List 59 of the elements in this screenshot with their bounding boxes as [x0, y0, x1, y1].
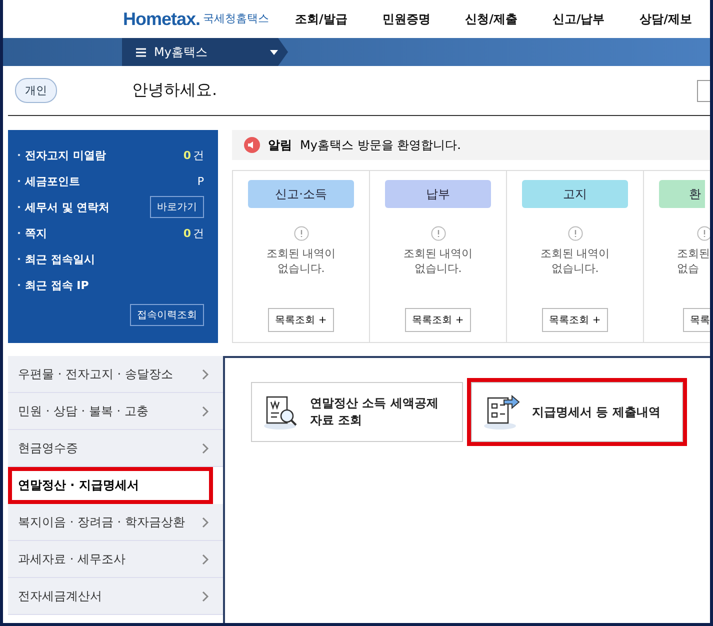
list-button[interactable]: 목록조회 +	[542, 308, 608, 332]
summary-count: 0	[183, 148, 191, 162]
info-icon	[697, 226, 710, 241]
summary-label: 세무서 및 연락처	[25, 200, 111, 214]
nav-link[interactable]: 조회/발급	[295, 10, 348, 28]
chevron-right-icon	[202, 368, 209, 380]
notice-label: 알림	[268, 136, 292, 154]
side-menu-item[interactable]: 전자세금계산서	[8, 578, 223, 615]
menu-icon[interactable]	[136, 48, 146, 56]
info-icon	[430, 226, 446, 241]
chevron-right-icon	[202, 406, 209, 416]
shortcut-button[interactable]: 바로가기	[150, 196, 204, 218]
summary-label: 전자고지 미열람	[25, 148, 107, 162]
nav-link[interactable]: 상담/제보	[640, 10, 692, 28]
info-icon	[294, 226, 308, 241]
greeting-text: 안녕하세요.	[132, 80, 218, 101]
nav-link[interactable]: 민원증명	[382, 10, 430, 28]
empty-message: 조회된 내역이 없습니다.	[266, 246, 336, 276]
chevron-right-icon	[202, 442, 209, 454]
edge-button[interactable]	[697, 80, 710, 102]
summary-count: 0	[183, 226, 191, 240]
list-button[interactable]: 목록조회 +	[268, 308, 334, 332]
side-menu-item[interactable]: 복지이음 · 장려금 · 학자금상환	[8, 504, 223, 541]
summary-value: P	[197, 174, 204, 188]
info-icon	[568, 226, 582, 241]
side-menu-item[interactable]: 민원 · 상담 · 불복 · 고충	[8, 393, 223, 430]
chevron-right-icon	[202, 516, 209, 528]
empty-message: 조회된 내역이 없습니다.	[540, 246, 610, 276]
history-button[interactable]: 접속이력조회	[130, 304, 204, 326]
empty-message: 조회된 내역이 없습니다.	[403, 246, 473, 276]
side-menu-item[interactable]: 현금영수증	[8, 430, 223, 467]
summary-unit: 건	[193, 226, 204, 240]
side-menu-item[interactable]: 과세자료 · 세무조사	[8, 541, 223, 578]
caret-down-icon[interactable]	[270, 50, 278, 54]
site-name: 국세청홈택스	[203, 10, 270, 26]
card-title: 신고·소득	[248, 180, 354, 208]
summary-label: 쪽지	[25, 226, 48, 240]
side-menu-item[interactable]: 연말정산 · 지급명세서	[8, 467, 213, 504]
nav-link[interactable]: 신청/제출	[465, 10, 518, 28]
summary-label: 최근 접속일시	[25, 252, 96, 266]
list-button[interactable]: 목록	[683, 308, 710, 332]
summary-label: 최근 접속 IP	[25, 278, 90, 292]
list-button[interactable]: 목록조회 +	[405, 308, 471, 332]
menu-tile[interactable]: 연말정산 소득 세액공제 자료 조회	[251, 382, 463, 442]
notice-text: My홈택스 방문을 환영합니다.	[300, 136, 461, 154]
empty-message: 조회된 없습	[677, 246, 710, 276]
logo-text: Hometax.	[123, 8, 200, 30]
chevron-right-icon	[202, 554, 209, 564]
summary-label: 세금포인트	[25, 174, 81, 188]
summary-unit: 건	[193, 148, 204, 162]
card-title: 환	[659, 180, 705, 208]
chevron-right-icon	[202, 590, 209, 602]
user-type-badge: 개인	[15, 78, 57, 103]
card-title: 고지	[522, 180, 628, 208]
megaphone-icon	[244, 137, 260, 153]
side-menu-item[interactable]: 우편물 · 전자고지 · 송달장소	[8, 356, 223, 393]
card-title: 납부	[385, 180, 491, 208]
nav-link[interactable]: 신고/납부	[552, 10, 605, 28]
document-arrow-icon	[482, 394, 522, 430]
